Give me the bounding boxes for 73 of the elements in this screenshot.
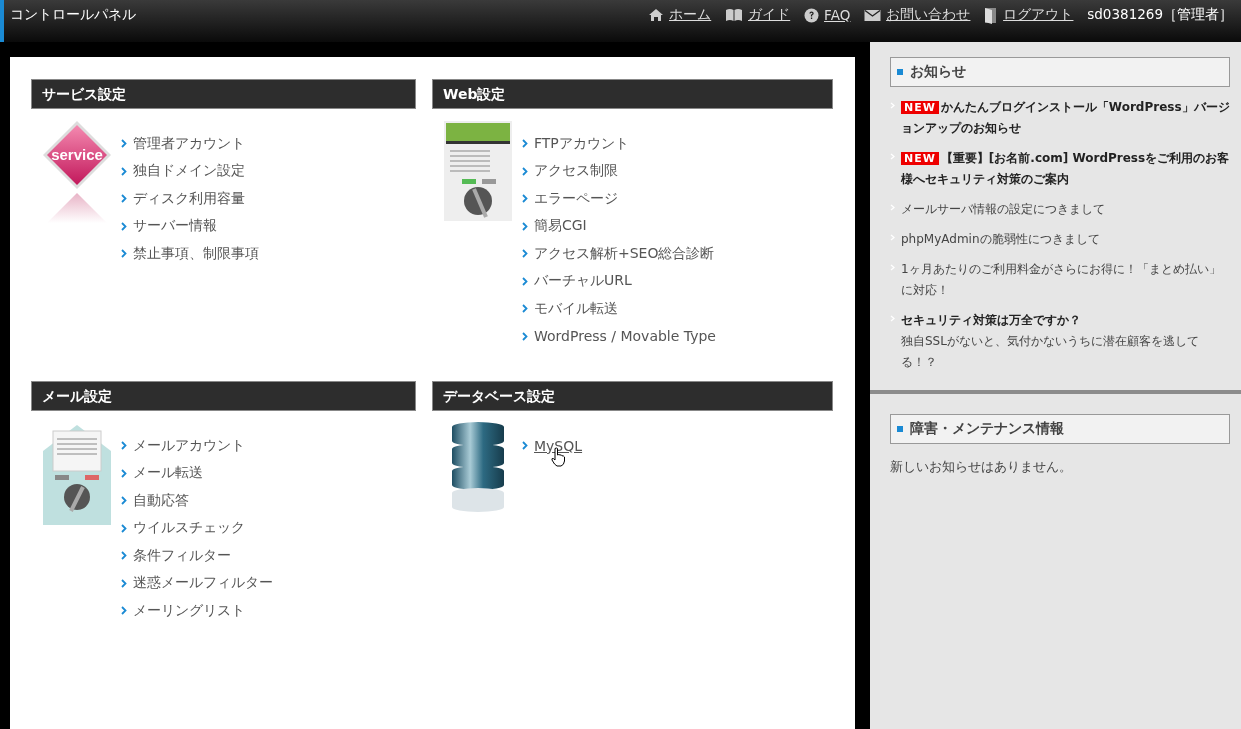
menu-link[interactable]: アクセス解析+SEO総合診断	[534, 244, 715, 263]
new-badge: NEW	[901, 101, 939, 114]
menu-link[interactable]: 管理者アカウント	[133, 134, 245, 153]
chevron-icon	[522, 276, 528, 286]
app-title: コントロールパネル	[10, 6, 136, 24]
menu-link[interactable]: 迷惑メールフィルター	[133, 574, 273, 593]
chevron-icon	[522, 304, 528, 314]
news-description: 独自SSLがないと、気付かないうちに潜在顧客を逃してる！？	[901, 333, 1200, 371]
mail-icon	[864, 8, 882, 22]
news-link[interactable]: メールサーバ情報の設定につきまして	[901, 199, 1105, 220]
menu-link[interactable]: 禁止事項、制限事項	[133, 244, 259, 263]
chevron-icon	[121, 551, 127, 561]
menu-link[interactable]: 簡易CGI	[534, 217, 587, 236]
home-icon	[648, 8, 665, 22]
chevron-icon	[121, 441, 127, 451]
menu-link[interactable]: アクセス制限	[534, 162, 618, 181]
maintenance-message: 新しいお知らせはありません。	[890, 458, 1073, 476]
menu-link[interactable]: MySQL	[534, 437, 583, 454]
door-icon	[984, 6, 999, 24]
bullet-icon	[890, 234, 895, 241]
chevron-icon	[121, 166, 127, 176]
chevron-icon	[522, 166, 528, 176]
bullet-icon	[890, 264, 895, 271]
chevron-icon	[121, 221, 127, 231]
news-link[interactable]: セキュリティ対策は万全ですか？	[901, 310, 1230, 331]
menu-link[interactable]: 独自ドメイン設定	[133, 162, 245, 181]
section-heading: サービス設定	[31, 79, 416, 109]
maintenance-heading: 障害・メンテナンス情報	[890, 414, 1230, 444]
chevron-icon	[121, 139, 127, 149]
chevron-icon	[121, 523, 127, 533]
chevron-icon	[522, 194, 528, 204]
bullet-icon	[890, 102, 895, 109]
chevron-icon	[121, 606, 127, 616]
menu-link[interactable]: ディスク利用容量	[133, 189, 245, 208]
help-icon	[804, 7, 820, 23]
bullet-icon	[890, 315, 895, 322]
new-badge: NEW	[901, 152, 939, 165]
menu-link[interactable]: 自動応答	[133, 491, 189, 510]
menu-link[interactable]: メーリングリスト	[133, 601, 245, 620]
chevron-icon	[522, 441, 528, 451]
menu-link[interactable]: モバイル転送	[534, 299, 618, 318]
user-name: sd0381269［管理者］	[1087, 6, 1233, 24]
menu-link[interactable]: エラーページ	[534, 189, 618, 208]
menu-link[interactable]: サーバー情報	[133, 217, 217, 236]
menu-link[interactable]: メール転送	[133, 464, 203, 483]
chevron-icon	[121, 496, 127, 506]
section-heading: メール設定	[31, 381, 416, 411]
news-link[interactable]: 1ヶ月あたりのご利用料金がさらにお得に！「まとめ払い」に対応！	[901, 259, 1230, 301]
bullet-icon	[890, 204, 895, 211]
bullet-icon	[890, 153, 895, 160]
menu-link[interactable]: ウイルスチェック	[133, 519, 245, 538]
chevron-icon	[121, 468, 127, 478]
menu-link[interactable]: メールアカウント	[133, 436, 245, 455]
nav-link[interactable]: FAQ	[804, 7, 851, 23]
news-link[interactable]: NEW 【重要】[お名前.com] WordPressをご利用のお客様へセキュリティ対策のご案内	[901, 148, 1230, 190]
menu-link[interactable]: バーチャルURL	[534, 272, 632, 291]
news-heading: お知らせ	[890, 57, 1230, 87]
news-link[interactable]: phpMyAdminの脆弱性につきまして	[901, 229, 1100, 250]
book-icon	[725, 8, 744, 22]
menu-link[interactable]: WordPress / Movable Type	[534, 328, 716, 345]
chevron-icon	[121, 194, 127, 204]
news-link[interactable]: NEW かんたんブログインストール「WordPress」バージョンアップのお知らせ	[901, 97, 1230, 139]
menu-link[interactable]: FTPアカウント	[534, 134, 629, 153]
menu-link[interactable]: 条件フィルター	[133, 546, 231, 565]
chevron-icon	[522, 249, 528, 259]
chevron-icon	[522, 331, 528, 341]
chevron-icon	[121, 249, 127, 259]
chevron-icon	[522, 221, 528, 231]
section-heading: Web設定	[432, 79, 833, 109]
nav-link[interactable]: ホーム	[648, 6, 712, 24]
chevron-icon	[121, 578, 127, 588]
chevron-icon	[522, 139, 528, 149]
section-heading: データベース設定	[432, 381, 833, 411]
